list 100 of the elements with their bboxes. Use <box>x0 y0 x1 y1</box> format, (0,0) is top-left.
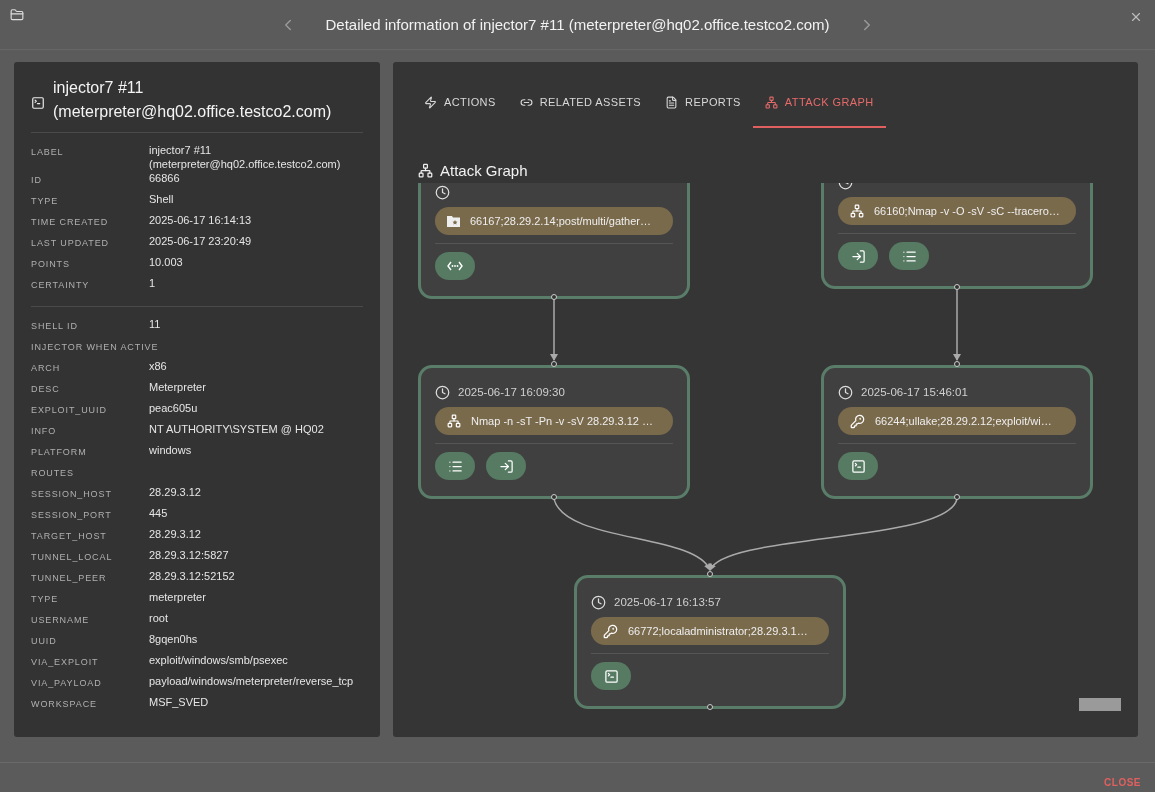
terminal-icon <box>850 458 866 474</box>
window-title: Detailed information of injector7 #11 (meterpreter@hq02.office.testco2.com) <box>325 16 830 33</box>
field-value: 8gqen0hs <box>149 632 199 646</box>
field-label: TUNNEL_PEER <box>31 572 108 585</box>
field-label: VIA_PAYLOAD <box>31 677 103 690</box>
network-icon <box>850 204 864 218</box>
folder-icon <box>10 8 24 22</box>
terminal-icon <box>603 668 619 684</box>
details-title: injector7 #11 (meterpreter@hq02.office.testco2.com) <box>53 78 333 122</box>
field-label: WORKSPACE <box>31 698 98 711</box>
connection-handle[interactable] <box>954 494 960 500</box>
field-label: ARCH <box>31 362 62 375</box>
field-value: 2025-06-17 16:14:13 <box>149 213 253 227</box>
field-label: SESSION_HOST <box>31 488 113 501</box>
field-value: NT AUTHORITY\SYSTEM @ HQ02 <box>149 422 325 436</box>
connection-handle[interactable] <box>954 284 960 290</box>
graph-node[interactable]: 2025-06-17 16:13:57 66772;localadministrator;28.29.3.1… <box>574 575 846 709</box>
hierarchy-icon <box>764 95 778 109</box>
field-label: TIME CREATED <box>31 216 110 229</box>
field-value: 28.29.3.12:5827 <box>149 548 230 562</box>
node-label[interactable]: 66167;28.29.2.14;post/multi/gather… <box>435 207 673 235</box>
field-label: PLATFORM <box>31 446 88 459</box>
field-label: INJECTOR WHEN ACTIVE <box>31 341 160 354</box>
field-value: injector7 #11 (meterpreter@hq02.office.testco2.com) <box>149 143 342 171</box>
field-value: 445 <box>149 506 169 520</box>
field-value: 2025-06-17 23:20:49 <box>149 234 253 248</box>
action-button[interactable] <box>435 452 475 480</box>
folder-star-icon <box>447 215 460 227</box>
field-label: USERNAME <box>31 614 91 627</box>
field-label: TYPE <box>31 195 60 208</box>
field-label: ID <box>31 174 43 187</box>
node-label[interactable]: 66244;ullake;28.29.2.12;exploit/wi… <box>838 407 1076 435</box>
field-value: 1 <box>149 276 157 290</box>
node-label[interactable]: 66160;Nmap -v -O -sV -sC --tracero… <box>838 197 1076 225</box>
field-label: SESSION_PORT <box>31 509 113 522</box>
login-icon <box>498 458 514 474</box>
field-value: Shell <box>149 192 175 206</box>
action-button[interactable] <box>591 662 631 690</box>
field-value: 10.003 <box>149 255 184 269</box>
list-icon <box>447 458 463 474</box>
action-button[interactable] <box>435 252 475 280</box>
field-label: SHELL ID <box>31 320 79 333</box>
field-value: meterpreter <box>149 590 207 604</box>
field-label: POINTS <box>31 258 71 271</box>
node-label[interactable]: 66772;localadministrator;28.29.3.1… <box>591 617 829 645</box>
key-icon <box>603 623 618 639</box>
graph-node[interactable]: 66160;Nmap -v -O -sV -sC --tracero… <box>821 183 1093 289</box>
field-label: LAST UPDATED <box>31 237 110 250</box>
ethernet-icon <box>447 261 463 271</box>
action-button[interactable] <box>486 452 526 480</box>
field-label: ROUTES <box>31 467 75 480</box>
connection-handle[interactable] <box>954 361 960 367</box>
field-value: 28.29.3.12:52152 <box>149 569 236 583</box>
graph-node[interactable]: 2025-06-17 16:09:30 Nmap -n -sT -Pn -v -sV 28.29.3.12 … <box>418 365 690 499</box>
field-value: exploit/windows/smb/psexec <box>149 653 289 667</box>
field-label: DESC <box>31 383 61 396</box>
tab[interactable]: ATTACK GRAPH <box>752 80 886 128</box>
network-icon <box>447 414 461 428</box>
terminal-icon <box>31 96 45 110</box>
field-value: 28.29.3.12 <box>149 485 202 499</box>
node-label[interactable]: Nmap -n -sT -Pn -v -sV 28.29.3.12 … <box>435 407 673 435</box>
field-value: 28.29.3.12 <box>149 527 202 541</box>
connection-handle[interactable] <box>707 571 713 577</box>
close-icon[interactable] <box>1129 10 1143 24</box>
graph-node[interactable]: 66167;28.29.2.14;post/multi/gather… <box>418 183 690 299</box>
connector-arrow <box>550 298 558 361</box>
list-icon <box>901 248 917 264</box>
tab[interactable]: REPORTS <box>653 80 753 128</box>
node-time: 2025-06-17 16:13:57 <box>614 596 721 608</box>
hierarchy-icon <box>418 163 433 178</box>
field-value: windows <box>149 443 193 457</box>
action-button[interactable] <box>838 452 878 480</box>
action-button[interactable] <box>838 242 878 270</box>
node-time: 2025-06-17 15:46:01 <box>861 386 968 398</box>
field-label: TYPE <box>31 593 60 606</box>
connection-handle[interactable] <box>551 361 557 367</box>
field-value: Meterpreter <box>149 380 207 394</box>
field-label: LABEL <box>31 146 65 159</box>
field-label: EXPLOIT_UUID <box>31 404 108 417</box>
field-value: peac605u <box>149 401 199 415</box>
node-time: 2025-06-17 16:09:30 <box>458 386 565 398</box>
action-button[interactable] <box>889 242 929 270</box>
tab[interactable]: ACTIONS <box>412 80 508 128</box>
field-value: MSF_SVED <box>149 695 210 709</box>
field-label: TARGET_HOST <box>31 530 108 543</box>
connection-handle[interactable] <box>551 494 557 500</box>
document-icon <box>665 95 679 109</box>
field-value: x86 <box>149 359 168 373</box>
graph-node[interactable]: 2025-06-17 15:46:01 66244;ullake;28.29.2.12;exploit/wi… <box>821 365 1093 499</box>
field-label: UUID <box>31 635 58 648</box>
field-value: 66866 <box>149 171 181 185</box>
tab[interactable]: RELATED ASSETS <box>507 80 654 128</box>
section-title: Attack Graph <box>440 162 528 179</box>
connection-handle[interactable] <box>707 704 713 710</box>
field-value: payload/windows/meterpreter/reverse_tcp <box>149 674 355 688</box>
key-icon <box>850 413 865 429</box>
connection-handle[interactable] <box>551 294 557 300</box>
lightning-icon <box>424 95 437 109</box>
field-label: CERTAINTY <box>31 279 91 292</box>
field-label: TUNNEL_LOCAL <box>31 551 114 564</box>
